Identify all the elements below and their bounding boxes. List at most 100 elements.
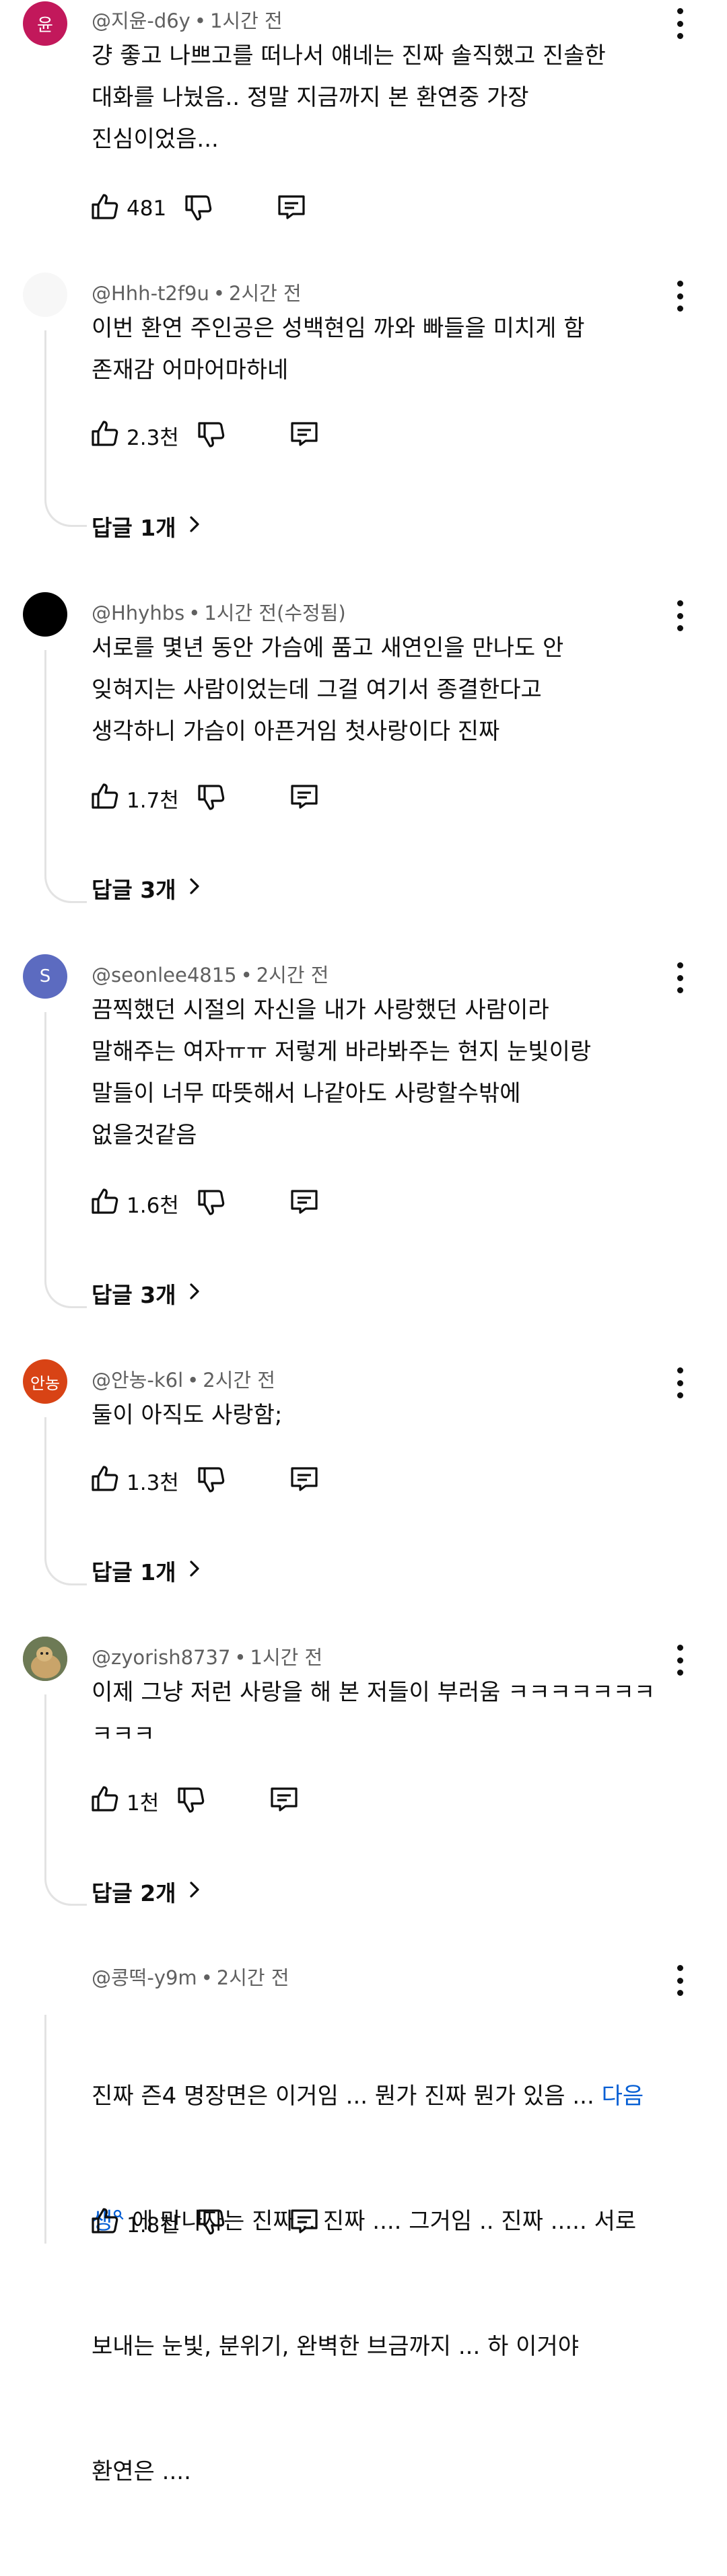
like-button[interactable]: 1천 [89, 1783, 159, 1818]
avatar[interactable] [23, 1637, 67, 1681]
comment-text: 걍 좋고 나쁘고를 떠나서 얘네는 진짜 솔직했고 진솔한 대화를 나눴음.. 정… [92, 42, 606, 153]
replies-label: 답글 1개 [92, 515, 176, 541]
comment-text: 이번 환연 주인공은 성백현임 까와 빠들을 미치게 함 존재감 어마어마하네 [92, 315, 585, 384]
comment-actions: 481 [89, 188, 308, 229]
avatar-initial: 윤 [37, 15, 53, 36]
dislike-button[interactable] [195, 781, 228, 816]
thread-line [44, 330, 87, 527]
thumbs-down-icon[interactable] [195, 418, 228, 453]
avatar[interactable]: 윤 [23, 1, 67, 46]
thumbs-up-icon[interactable] [89, 191, 121, 226]
more-options-icon[interactable] [670, 962, 690, 993]
reply-button[interactable] [288, 1186, 320, 1221]
chevron-right-icon [176, 875, 205, 902]
comment-author[interactable]: @seonlee4815 [92, 964, 237, 987]
dislike-button[interactable] [175, 1783, 207, 1818]
like-button[interactable]: 2.3천 [89, 418, 179, 453]
avatar[interactable] [23, 592, 67, 637]
comment-time: 1시간 전(수정됨) [204, 602, 346, 624]
like-count: 1.6천 [127, 1193, 179, 1218]
comment-actions: 1천 [89, 1781, 300, 1821]
reply-button[interactable] [275, 191, 308, 226]
comment-meta: @지윤-d6y • 1시간 전 [92, 9, 283, 32]
reply-icon[interactable] [288, 781, 320, 816]
dislike-button[interactable] [195, 418, 228, 453]
thumbs-down-icon[interactable] [182, 191, 215, 226]
comment-time: 1시간 전 [209, 9, 283, 32]
thumbs-up-icon[interactable] [89, 1186, 121, 1221]
like-button[interactable]: 1.7천 [89, 781, 179, 816]
like-button[interactable]: 1.8천 [89, 2205, 179, 2240]
comment-actions: 1.6천 [89, 1183, 320, 1223]
comment-meta: @Hhyhbs • 1시간 전(수정됨) [92, 602, 346, 624]
comment-meta: @콩떡-y9m • 2시간 전 [92, 1966, 289, 1989]
reply-button[interactable] [288, 2205, 320, 2240]
dislike-button[interactable] [195, 1186, 228, 1221]
like-count: 1.8천 [127, 2213, 179, 2238]
view-replies-button[interactable]: 답글 3개 [92, 1277, 205, 1310]
reply-button[interactable] [288, 418, 320, 453]
view-replies-button[interactable]: 답글 2개 [92, 1875, 205, 1908]
dog-photo-icon [23, 1637, 67, 1681]
like-button[interactable]: 1.6천 [89, 1186, 179, 1221]
comment-author[interactable]: @지윤-d6y [92, 9, 191, 32]
search-link[interactable]: 다음 [602, 2083, 644, 2110]
view-replies-button[interactable]: 답글 3개 [92, 872, 205, 904]
more-options-icon[interactable] [670, 8, 690, 39]
comment-text: 둘이 아직도 사랑함; [92, 1402, 283, 1429]
reply-icon[interactable] [288, 2205, 320, 2240]
thumbs-up-icon[interactable] [89, 1783, 121, 1818]
chevron-right-icon [176, 1558, 205, 1584]
reply-icon[interactable] [275, 191, 308, 226]
thumbs-down-icon[interactable] [195, 1463, 228, 1498]
reply-button[interactable] [288, 1463, 320, 1498]
reply-icon[interactable] [288, 1463, 320, 1498]
dislike-button[interactable] [182, 191, 215, 226]
reply-icon[interactable] [288, 418, 320, 453]
replies-label: 답글 2개 [92, 1880, 176, 1906]
comment-author[interactable]: @콩떡-y9m [92, 1966, 197, 1989]
like-button[interactable]: 1.3천 [89, 1463, 179, 1498]
more-options-icon[interactable] [670, 1965, 690, 1996]
dislike-button[interactable] [195, 1463, 228, 1498]
avatar[interactable] [23, 1957, 67, 2001]
thumbs-up-icon[interactable] [89, 781, 121, 816]
thumbs-up-icon[interactable] [89, 1463, 121, 1498]
avatar[interactable] [23, 273, 67, 317]
comment-author[interactable]: @Hhh-t2f9u [92, 282, 209, 305]
view-replies-button[interactable]: 답글 1개 [92, 510, 205, 542]
thumbs-down-icon[interactable] [175, 1783, 207, 1818]
thumbs-up-icon[interactable] [89, 418, 121, 453]
view-replies-button[interactable]: 답글 1개 [92, 1554, 205, 1587]
like-button[interactable]: 481 [89, 191, 166, 226]
more-options-icon[interactable] [670, 281, 690, 312]
comment-author[interactable]: @Hhyhbs [92, 602, 184, 624]
replies-label: 답글 3개 [92, 877, 176, 903]
dislike-button[interactable] [195, 2205, 228, 2240]
thumbs-down-icon[interactable] [195, 781, 228, 816]
like-count: 1.7천 [127, 788, 179, 813]
more-options-icon[interactable] [670, 1645, 690, 1676]
comment-text: 서로를 몇년 동안 가슴에 품고 새연인을 만나도 안 잊혀지는 사람이었는데 그… [92, 635, 564, 745]
thumbs-down-icon[interactable] [195, 2205, 228, 2240]
avatar[interactable]: 안농 [23, 1359, 67, 1404]
comment-time: 2시간 전 [229, 282, 302, 305]
more-options-icon[interactable] [670, 600, 690, 631]
like-count: 1.3천 [127, 1470, 179, 1495]
like-count: 481 [127, 196, 167, 221]
thumbs-up-icon[interactable] [89, 2205, 121, 2240]
reply-button[interactable] [268, 1783, 300, 1818]
thumbs-down-icon[interactable] [195, 1186, 228, 1221]
replies-label: 답글 3개 [92, 1282, 176, 1308]
comment-author[interactable]: @안농-k6l [92, 1369, 183, 1392]
comment-actions: 1.8천 [89, 2203, 320, 2243]
reply-button[interactable] [288, 781, 320, 816]
comment-time: 2시간 전 [256, 964, 329, 987]
reply-icon[interactable] [288, 1186, 320, 1221]
avatar[interactable]: S [23, 954, 67, 999]
more-options-icon[interactable] [670, 1367, 690, 1398]
reply-icon[interactable] [268, 1783, 300, 1818]
like-count: 1천 [127, 1791, 160, 1816]
comment-author[interactable]: @zyorish8737 [92, 1646, 230, 1669]
chevron-right-icon [176, 1281, 205, 1307]
